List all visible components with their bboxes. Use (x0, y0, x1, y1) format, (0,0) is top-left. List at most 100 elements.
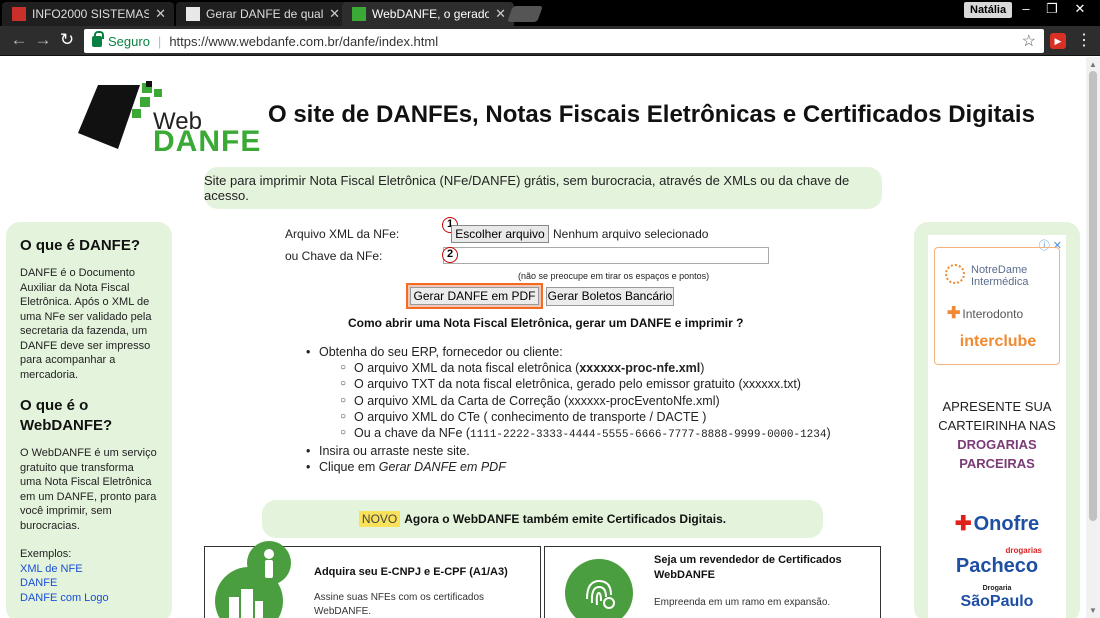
reload-icon[interactable]: ↻ (56, 30, 78, 50)
ad-message: APRESENTE SUA CARTEIRINHA NAS DROGARIAS … (928, 397, 1066, 473)
plus-icon: ✚ (947, 305, 961, 322)
tagline-text: Site para imprimir Nota Fiscal Eletrônic… (204, 173, 850, 203)
ad-message-text: APRESENTE SUA CARTEIRINHA NAS (938, 399, 1056, 433)
generate-pdf-label: Gerar DANFE em PDF (410, 287, 539, 305)
interclube-logo: interclube (959, 333, 1037, 350)
notredame-sun-icon (945, 264, 965, 284)
browser-toolbar: ← → ↻ Seguro | https://www.webdanfe.com.… (0, 26, 1100, 56)
close-icon[interactable]: ✕ (495, 6, 506, 22)
choose-file-button[interactable]: Escolher arquivo (451, 225, 549, 243)
list-item-text: Clique em (319, 460, 379, 475)
list-item-key-example: 1111-2222-3333-4444-5555-6666-7777-8888-… (470, 429, 827, 442)
forward-icon[interactable]: → (32, 30, 54, 50)
card-title: Adquira seu E-CNPJ e E-CPF (A1/A3) (314, 566, 508, 578)
close-window-icon[interactable]: ✕ (1068, 1, 1092, 17)
profile-name[interactable]: Natália (964, 2, 1013, 18)
tab-favicon-icon (12, 7, 26, 21)
list-item-text: ) (826, 426, 831, 441)
divider: | (157, 33, 162, 49)
pacheco-logo: drogarias Pacheco (928, 547, 1066, 578)
list-item: Insira ou arraste neste site. (306, 443, 831, 459)
pacheco-small-text: drogarias (1005, 546, 1042, 555)
instructions-list: Obtenha do seu ERP, fornecedor ou client… (306, 344, 831, 476)
list-item: Obtenha do seu ERP, fornecedor ou client… (306, 344, 831, 360)
key-hint: (não se preocupe em tirar os espaços e p… (518, 271, 710, 281)
onofre-logo: ✚ Onofre (928, 511, 1066, 536)
file-status-text: Nenhum arquivo selecionado (553, 227, 709, 241)
list-item: Ou a chave da NFe (1111-2222-3333-4444-5… (306, 425, 831, 443)
lock-icon (92, 30, 104, 47)
menu-icon[interactable]: ⋮ (1076, 30, 1092, 50)
interodonto-logo: ✚ Interodonto (947, 303, 1023, 323)
what-is-danfe-text: DANFE é o Documento Auxiliar da Nota Fis… (20, 267, 152, 381)
key-label: ou Chave da NFe: (285, 249, 383, 263)
secure-label: Seguro (108, 33, 150, 49)
what-is-danfe-heading: O que é DANFE? (20, 237, 141, 254)
scroll-up-icon[interactable]: ▲ (1089, 60, 1097, 69)
fingerprint-icon (565, 559, 633, 618)
advertisement[interactable]: ⓘ ✕ NotreDame Intermédica ✚ Interodonto i… (928, 235, 1066, 618)
bookmark-star-icon[interactable]: ☆ (1022, 31, 1036, 51)
card-title: Seja um revendedor de Certificados WebDA… (654, 554, 842, 581)
list-item-text: Ou a chave da NFe ( (354, 426, 471, 441)
what-is-webdanfe-text: O WebDANFE é um serviço gratuito que tra… (20, 447, 157, 532)
novo-badge: NOVO (358, 511, 401, 527)
tab-webdanfe[interactable]: WebDANFE, o gerador gr ✕ (342, 2, 514, 26)
card-ecnpj[interactable]: Adquira seu E-CNPJ e E-CPF (A1/A3) Assin… (204, 541, 541, 618)
generate-boletos-button[interactable]: Gerar Boletos Bancário (546, 287, 674, 306)
list-item: O arquivo XML da Carta de Correção (xxxx… (306, 393, 831, 409)
page-content: Web DANFE O site de DANFEs, Notas Fiscai… (0, 57, 1086, 618)
link-xml-nfe[interactable]: XML de NFE (20, 562, 158, 577)
tab-title: Gerar DANFE de qualque (206, 7, 324, 21)
page-scrollbar[interactable]: ▲ ▼ (1086, 57, 1100, 618)
close-icon[interactable]: ✕ (155, 6, 166, 22)
ad-message-highlight: DROGARIAS PARCEIRAS (957, 437, 1037, 471)
card-text: Empreenda em um ramo em expansão. (654, 597, 831, 608)
nfe-key-input[interactable] (443, 247, 769, 264)
cross-icon: ✚ (954, 513, 972, 535)
generate-pdf-button[interactable]: Gerar DANFE em PDF (406, 283, 543, 309)
novo-banner: NOVO Agora o WebDANFE também emite Certi… (262, 500, 823, 538)
address-bar[interactable]: Seguro | https://www.webdanfe.com.br/dan… (84, 29, 1044, 53)
howto-heading: Como abrir uma Nota Fiscal Eletrônica, g… (348, 316, 744, 330)
list-item-emphasis: Gerar DANFE em PDF (378, 460, 506, 475)
xml-file-label: Arquivo XML da NFe: (285, 227, 400, 241)
webdanfe-logo[interactable]: Web DANFE (78, 81, 260, 158)
page-icon (186, 7, 200, 21)
pacheco-text: Pacheco (955, 555, 1039, 577)
right-sidebar: ⓘ ✕ NotreDame Intermédica ✚ Interodonto i… (914, 222, 1080, 618)
novo-text: Agora o WebDANFE também emite Certificad… (404, 512, 727, 526)
ad-logos-box: NotreDame Intermédica ✚ Interodonto inter… (934, 247, 1060, 365)
scroll-down-icon[interactable]: ▼ (1089, 606, 1097, 615)
list-item: Clique em Gerar DANFE em PDF (306, 459, 831, 475)
interodonto-text: Interodonto (962, 307, 1024, 321)
minimize-icon[interactable]: – (1014, 1, 1038, 16)
what-is-webdanfe-heading: O que é o WebDANFE? (20, 397, 113, 434)
examples-label: Exemplos: (20, 548, 72, 560)
link-danfe[interactable]: DANFE (20, 576, 158, 591)
list-item-text: O arquivo XML da nota fiscal eletrônica … (354, 361, 580, 376)
close-icon[interactable]: ✕ (329, 6, 340, 22)
card-revendedor[interactable]: Seja um revendedor de Certificados WebDA… (544, 546, 881, 618)
saopaulo-logo: Drogaria SãoPaulo (928, 585, 1066, 611)
tab-strip: INFO2000 SISTEMAS ✕ Gerar DANFE de qualq… (0, 0, 1100, 26)
list-item-text: ) (700, 361, 705, 376)
link-danfe-logo[interactable]: DANFE com Logo (20, 591, 158, 606)
tagline-banner: Site para imprimir Nota Fiscal Eletrônic… (204, 167, 882, 209)
page-title: O site de DANFEs, Notas Fiscais Eletrôni… (268, 101, 1035, 128)
new-tab-button[interactable] (507, 6, 543, 22)
url-text: https://www.webdanfe.com.br/danfe/index.… (169, 33, 439, 49)
scrollbar-thumb[interactable] (1089, 71, 1097, 521)
left-sidebar: O que é DANFE? DANFE é o Documento Auxil… (6, 222, 172, 618)
restore-icon[interactable]: ❐ (1040, 1, 1064, 17)
tab-gerar-danfe[interactable]: Gerar DANFE de qualque ✕ (176, 2, 348, 26)
extension-icon[interactable]: ▶ (1050, 33, 1066, 49)
webdanfe-favicon-icon (352, 7, 366, 21)
onofre-text: Onofre (973, 513, 1040, 535)
card-text: Assine suas NFEs com os certificados Web… (314, 592, 485, 617)
tab-title: WebDANFE, o gerador gr (372, 7, 490, 21)
notredame-text: NotreDame Intermédica (971, 264, 1029, 288)
tab-info2000[interactable]: INFO2000 SISTEMAS ✕ (2, 2, 174, 26)
step-marker-2: 2 (442, 247, 458, 263)
back-icon[interactable]: ← (8, 30, 30, 50)
